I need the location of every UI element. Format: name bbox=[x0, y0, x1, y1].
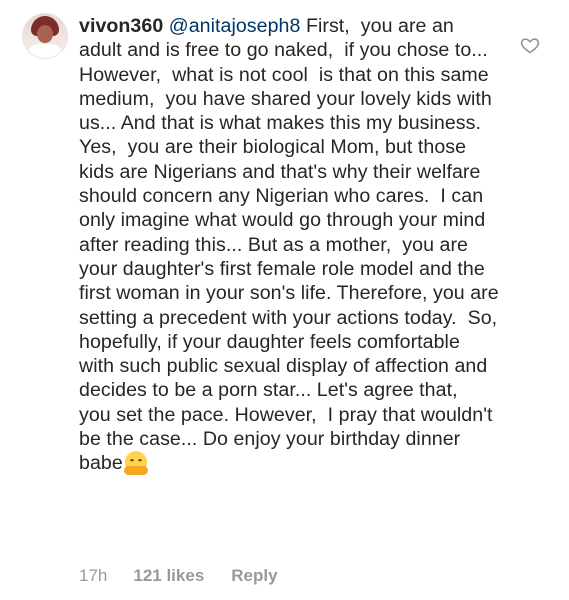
comment-text: vivon360 @anitajoseph8 First, you are an… bbox=[79, 14, 499, 476]
comment-likes[interactable]: 121 likes bbox=[133, 566, 204, 586]
comment-mention[interactable]: @anitajoseph8 bbox=[169, 15, 301, 37]
avatar-shirt bbox=[27, 44, 63, 58]
comment-item: vivon360 @anitajoseph8 First, you are an… bbox=[0, 0, 569, 600]
comment-body: First, you are an adult and is free to g… bbox=[79, 15, 509, 475]
heart-outline-icon[interactable] bbox=[520, 35, 540, 55]
comment-meta: 17h 121 likes Reply bbox=[79, 566, 278, 586]
comment-time: 17h bbox=[79, 566, 108, 585]
avatar[interactable] bbox=[22, 13, 68, 59]
hugging-face-emoji-icon bbox=[123, 451, 148, 476]
avatar-face bbox=[37, 25, 53, 43]
reply-button[interactable]: Reply bbox=[231, 566, 277, 586]
comment-username[interactable]: vivon360 bbox=[79, 15, 163, 37]
